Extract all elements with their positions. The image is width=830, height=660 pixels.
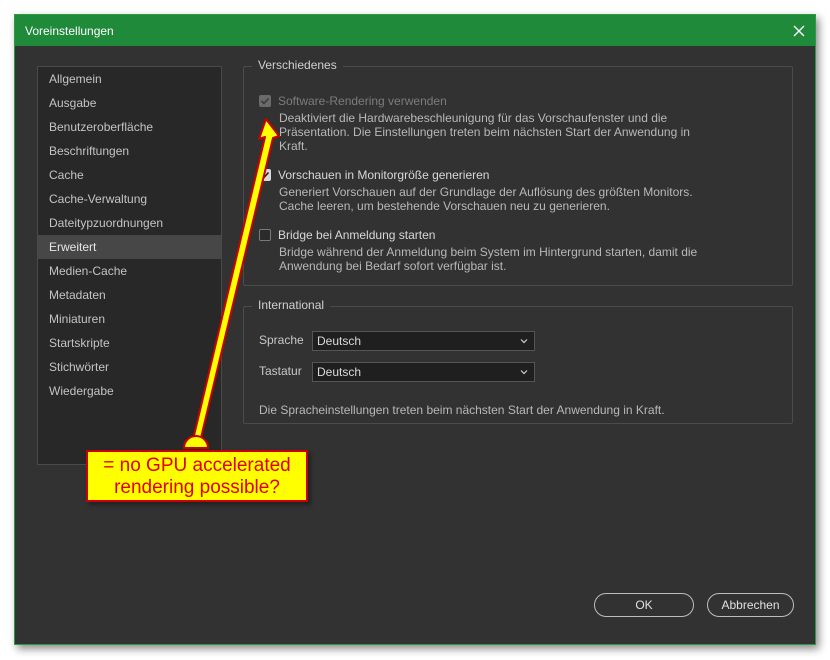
keyboard-label: Tastatur <box>259 364 302 378</box>
language-note: Die Spracheinstellungen treten beim näch… <box>259 403 665 417</box>
description-line: Cache leeren, um bestehende Vorschauen n… <box>279 199 610 213</box>
sidebar-item-dateitypzuordnungen[interactable]: Dateitypzuordnungen <box>38 211 221 235</box>
sidebar-item-wiedergabe[interactable]: Wiedergabe <box>38 379 221 403</box>
close-icon <box>793 25 805 36</box>
title-bar[interactable]: Voreinstellungen <box>15 15 815 46</box>
keyboard-select[interactable]: Deutsch <box>312 362 535 382</box>
category-list: Allgemein Ausgabe Benutzeroberfläche Bes… <box>37 66 222 465</box>
international-group: International Sprache Deutsch Tastatur D… <box>243 298 793 424</box>
window-title: Voreinstellungen <box>25 24 114 38</box>
preferences-dialog: Voreinstellungen Allgemein Ausgabe Benut… <box>14 14 816 645</box>
bridge-at-login-label: Bridge bei Anmeldung starten <box>278 228 436 242</box>
sidebar-item-ausgabe[interactable]: Ausgabe <box>38 91 221 115</box>
sidebar-item-startskripte[interactable]: Startskripte <box>38 331 221 355</box>
software-rendering-checkbox[interactable] <box>259 95 271 107</box>
software-rendering-label: Software-Rendering verwenden <box>278 94 447 108</box>
checkmark-icon <box>260 171 270 179</box>
chevron-down-icon <box>520 370 528 375</box>
close-button[interactable] <box>783 15 815 46</box>
description-line: Kraft. <box>279 139 308 153</box>
sidebar-item-beschriftungen[interactable]: Beschriftungen <box>38 139 221 163</box>
monitor-size-previews-label: Vorschauen in Monitorgröße generieren <box>278 168 490 182</box>
sidebar-item-cache-verwaltung[interactable]: Cache-Verwaltung <box>38 187 221 211</box>
bridge-at-login-description: Bridge während der Anmeldung beim System… <box>279 245 729 273</box>
annotation-line: rendering possible? <box>114 477 280 498</box>
sidebar-item-cache[interactable]: Cache <box>38 163 221 187</box>
sidebar-item-erweitert[interactable]: Erweitert <box>38 235 221 259</box>
bridge-at-login-checkbox[interactable] <box>259 229 271 241</box>
misc-group-legend: Verschiedenes <box>252 58 343 72</box>
sidebar-item-benutzeroberflaeche[interactable]: Benutzeroberfläche <box>38 115 221 139</box>
sidebar-item-metadaten[interactable]: Metadaten <box>38 283 221 307</box>
description-line: Bridge während der Anmeldung beim System… <box>279 245 698 259</box>
software-rendering-option[interactable]: Software-Rendering verwenden <box>259 94 447 108</box>
monitor-size-previews-option[interactable]: Vorschauen in Monitorgröße generieren <box>259 168 489 182</box>
annotation-callout: = no GPU accelerated rendering possible? <box>86 450 308 502</box>
description-line: Deaktiviert die Hardwarebeschleunigung f… <box>279 111 668 125</box>
description-line: Präsentation. Die Einstellungen treten b… <box>279 125 690 139</box>
sidebar-item-medien-cache[interactable]: Medien-Cache <box>38 259 221 283</box>
misc-group: Verschiedenes Software-Rendering verwend… <box>243 58 793 286</box>
sidebar-item-allgemein[interactable]: Allgemein <box>38 67 221 91</box>
ok-button[interactable]: OK <box>594 593 694 617</box>
keyboard-select-value: Deutsch <box>317 365 362 379</box>
sidebar-item-miniaturen[interactable]: Miniaturen <box>38 307 221 331</box>
language-select[interactable]: Deutsch <box>312 331 535 351</box>
description-line: Anwendung bei Bedarf sofort verfügbar is… <box>279 259 507 273</box>
sidebar-item-stichwoerter[interactable]: Stichwörter <box>38 355 221 379</box>
cancel-button[interactable]: Abbrechen <box>707 593 794 617</box>
monitor-size-previews-checkbox[interactable] <box>259 169 271 181</box>
software-rendering-description: Deaktiviert die Hardwarebeschleunigung f… <box>279 111 729 153</box>
chevron-down-icon <box>520 339 528 344</box>
international-group-legend: International <box>252 298 331 312</box>
language-select-value: Deutsch <box>317 334 362 348</box>
bridge-at-login-option[interactable]: Bridge bei Anmeldung starten <box>259 228 435 242</box>
annotation-line: = no GPU accelerated <box>103 455 291 476</box>
description-line: Generiert Vorschauen auf der Grundlage d… <box>279 185 693 199</box>
language-label: Sprache <box>259 333 304 347</box>
monitor-size-previews-description: Generiert Vorschauen auf der Grundlage d… <box>279 185 729 213</box>
checkmark-icon <box>260 97 270 105</box>
